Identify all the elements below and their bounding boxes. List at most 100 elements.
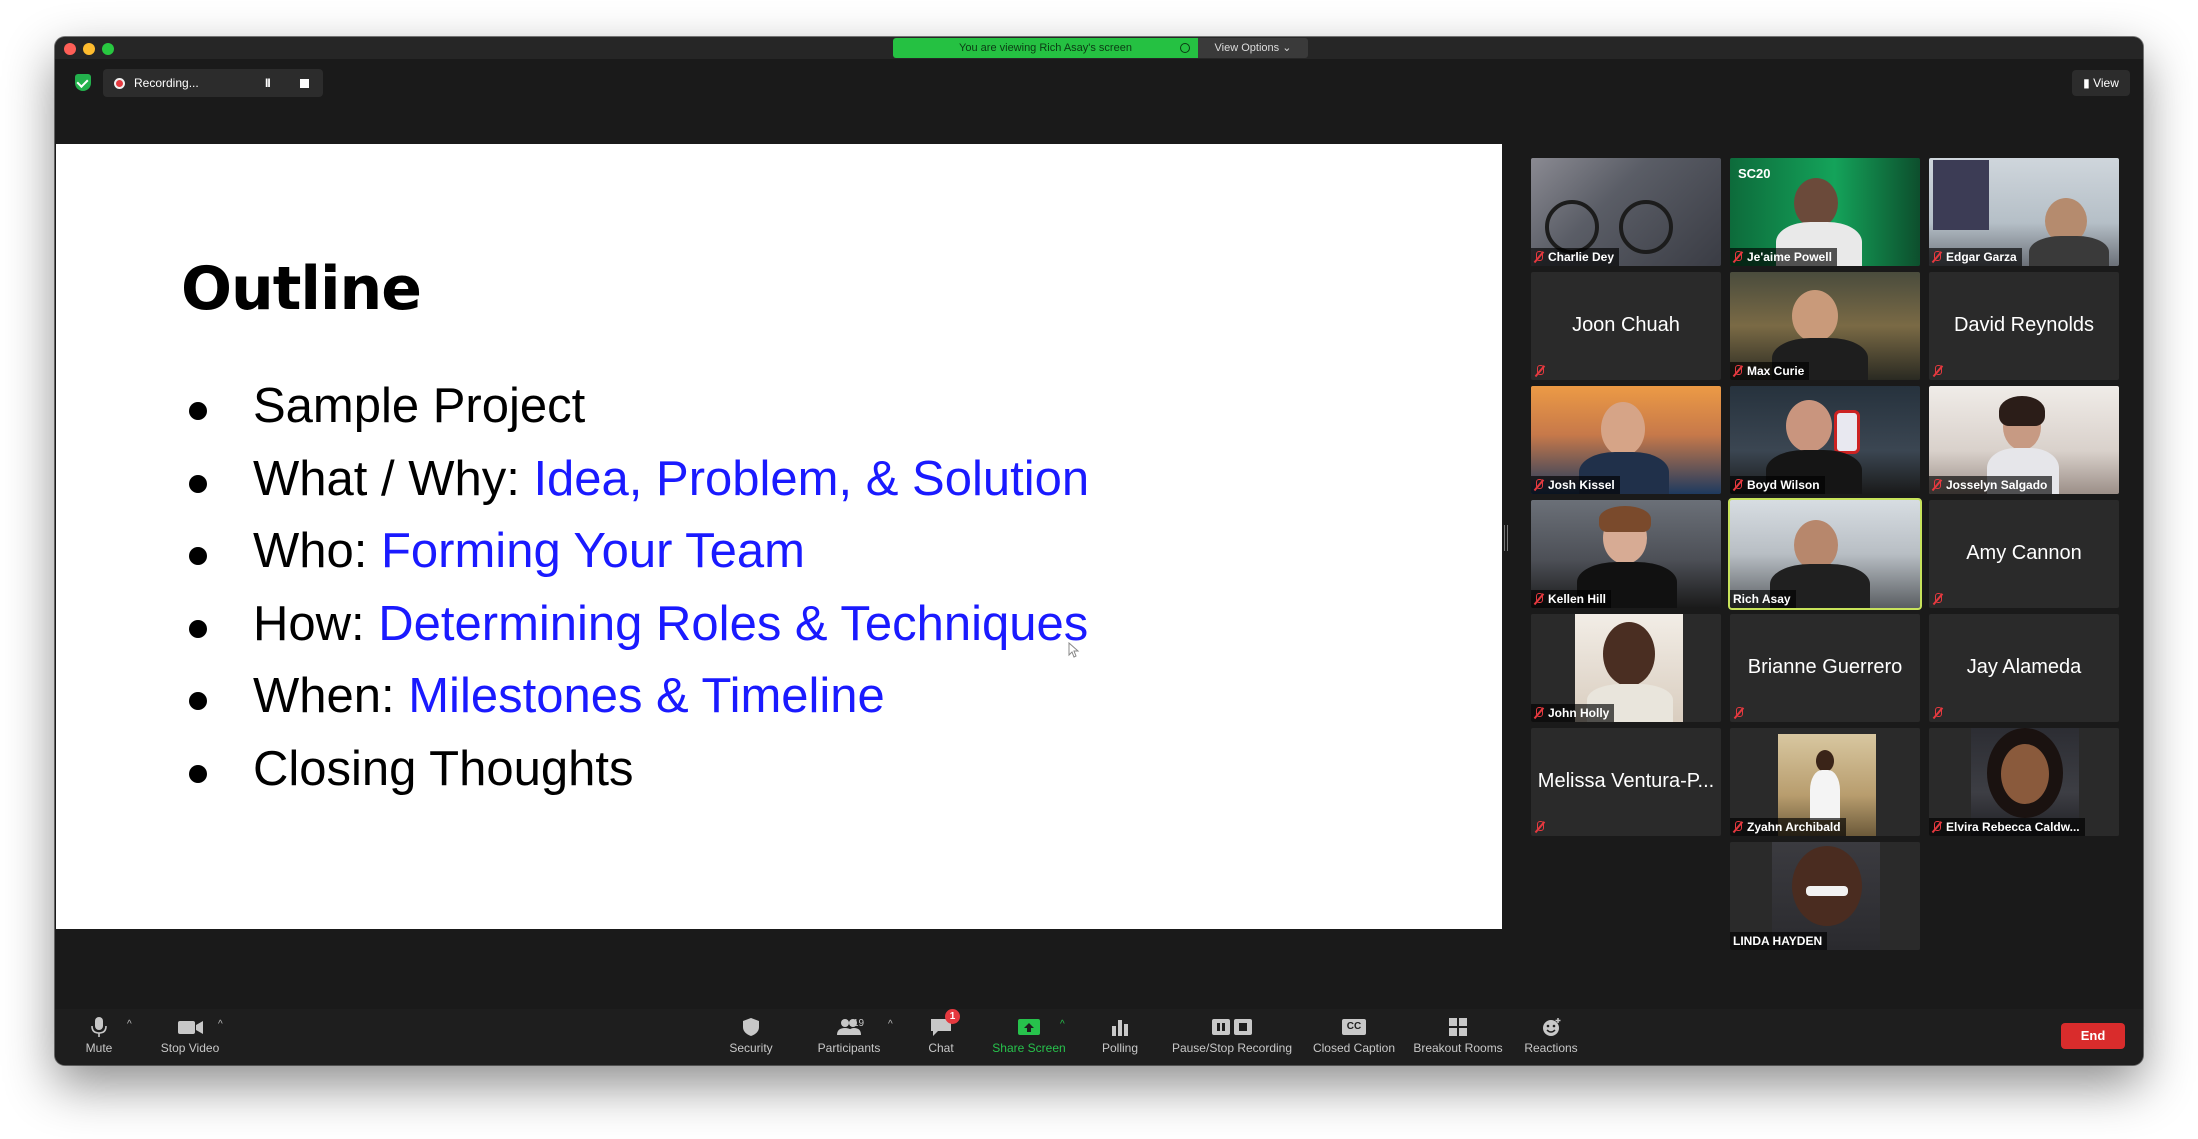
chat-button[interactable]: 1 Chat: [921, 1009, 961, 1059]
bullet-dot: [189, 402, 207, 420]
end-meeting-button[interactable]: End: [2061, 1023, 2125, 1049]
participant-tile[interactable]: Zyahn Archibald: [1730, 728, 1920, 836]
muted-mic-icon: [1534, 251, 1544, 262]
slide-title: Outline: [181, 254, 422, 324]
muted-mic-icon: [1733, 365, 1743, 376]
bullet-link: Forming Your Team: [380, 524, 805, 578]
participant-tile[interactable]: Melissa Ventura-P...: [1531, 728, 1721, 836]
bullet-link: Idea, Problem, & Solution: [533, 451, 1090, 506]
participant-name: Amy Cannon: [1966, 542, 2082, 564]
security-shield-icon: [736, 1015, 766, 1039]
participant-name: Elvira Rebecca Caldw...: [1929, 818, 2085, 836]
muted-mic-icon: [1534, 479, 1544, 490]
participant-tile[interactable]: Josh Kissel: [1531, 386, 1721, 494]
pause-stop-recording-button[interactable]: Pause/Stop Recording: [1169, 1015, 1295, 1059]
participant-tile[interactable]: John Holly: [1531, 614, 1721, 722]
muted-mic-icon: [1535, 821, 1545, 832]
participant-gallery: Charlie Dey SC20 Je'aime Powell Edgar Ga…: [1531, 158, 2131, 958]
video-options-chevron-icon[interactable]: ^: [218, 1019, 223, 1030]
participant-name: David Reynolds: [1953, 314, 2095, 336]
participant-tile[interactable]: Boyd Wilson: [1730, 386, 1920, 494]
chat-bubble-icon: 1: [926, 1009, 960, 1039]
participant-name: Josh Kissel: [1531, 476, 1620, 494]
share-options-chevron-icon[interactable]: ^: [1060, 1019, 1065, 1030]
participants-options-chevron-icon[interactable]: ^: [888, 1019, 893, 1030]
smiley-icon: [1536, 1015, 1566, 1039]
grid-view-icon: ▮: [2083, 76, 2094, 90]
closed-caption-icon: CC: [1339, 1015, 1369, 1039]
participant-tile[interactable]: LINDA HAYDEN: [1730, 842, 1920, 950]
minimize-window-button[interactable]: [83, 43, 95, 55]
participant-name: Charlie Dey: [1531, 248, 1620, 266]
muted-mic-icon: [1534, 593, 1544, 604]
participant-name: Jay Alameda: [1966, 656, 2082, 678]
view-layout-label: View: [2093, 76, 2119, 90]
participant-tile[interactable]: Kellen Hill: [1531, 500, 1721, 608]
participants-icon: 19: [825, 1015, 873, 1039]
fullscreen-window-button[interactable]: [102, 43, 114, 55]
participant-tile[interactable]: Elvira Rebecca Caldw...: [1929, 728, 2119, 836]
video-camera-icon: [175, 1015, 205, 1039]
view-layout-button[interactable]: ▮ View: [2072, 70, 2130, 96]
recording-label: Recording...: [134, 76, 199, 90]
viewing-screen-text: You are viewing Rich Asay's screen: [959, 42, 1132, 54]
split-resize-handle[interactable]: [1504, 525, 1508, 551]
participant-tile-active-speaker[interactable]: Rich Asay: [1728, 498, 1922, 610]
breakout-rooms-button[interactable]: Breakout Rooms: [1411, 1015, 1505, 1059]
bullet-link: Determining Roles & Techniques: [378, 596, 1089, 651]
bullet-text: Sample Project: [253, 379, 586, 433]
mute-button[interactable]: Mute: [77, 1015, 121, 1059]
stop-video-button[interactable]: Stop Video: [155, 1015, 225, 1059]
muted-mic-icon: [1534, 707, 1544, 718]
pause-recording-button[interactable]: II: [265, 69, 271, 97]
participant-tile[interactable]: Amy Cannon: [1929, 500, 2119, 608]
chat-unread-badge: 1: [945, 1009, 960, 1024]
participant-name: Zyahn Archibald: [1730, 818, 1846, 836]
bullet-text: Who:: [253, 524, 381, 578]
participants-count: 19: [853, 1018, 865, 1029]
participant-name: Melissa Ventura-P...: [1537, 770, 1715, 792]
stop-recording-button[interactable]: [300, 79, 309, 88]
viewing-screen-banner: You are viewing Rich Asay's screen: [893, 38, 1198, 58]
meeting-toolbar: Mute ^ Stop Video ^ Security 19 Particip…: [55, 1009, 2143, 1065]
muted-mic-icon: [1933, 365, 1943, 376]
participant-tile[interactable]: SC20 Je'aime Powell: [1730, 158, 1920, 266]
audio-options-chevron-icon[interactable]: ^: [127, 1019, 132, 1030]
participant-tile[interactable]: Max Curie: [1730, 272, 1920, 380]
view-options-button[interactable]: View Options ⌄: [1198, 38, 1308, 58]
participants-button[interactable]: 19 Participants: [805, 1015, 893, 1059]
microphone-icon: [84, 1015, 114, 1039]
mouse-pointer-icon: [1068, 642, 1080, 658]
participant-name: Rich Asay: [1730, 590, 1796, 608]
bullet-text: When:: [253, 669, 409, 723]
participant-tile[interactable]: Brianne Guerrero: [1730, 614, 1920, 722]
participant-tile[interactable]: David Reynolds: [1929, 272, 2119, 380]
participant-name: Boyd Wilson: [1730, 476, 1825, 494]
bullet-text: Closing Thoughts: [253, 741, 634, 796]
reactions-button[interactable]: Reactions: [1521, 1015, 1581, 1059]
encryption-shield-icon[interactable]: [75, 74, 91, 91]
muted-mic-icon: [1933, 707, 1943, 718]
participant-tile[interactable]: Josselyn Salgado: [1929, 386, 2119, 494]
closed-caption-button[interactable]: CC Closed Caption: [1309, 1015, 1399, 1059]
recording-dot-icon: [114, 78, 125, 89]
participant-tile[interactable]: Jay Alameda: [1929, 614, 2119, 722]
bullet-dot: [189, 764, 207, 783]
participant-tile[interactable]: Joon Chuah: [1531, 272, 1721, 380]
bullet-text: How:: [253, 596, 379, 651]
muted-mic-icon: [1535, 365, 1545, 376]
close-window-button[interactable]: [64, 43, 76, 55]
muted-mic-icon: [1733, 821, 1743, 832]
bullet-dot: [189, 619, 207, 638]
bullet-dot: [189, 547, 207, 565]
participant-tile[interactable]: Edgar Garza: [1929, 158, 2119, 266]
security-button[interactable]: Security: [721, 1015, 781, 1059]
polling-button[interactable]: Polling: [1095, 1015, 1145, 1059]
muted-mic-icon: [1733, 479, 1743, 490]
participant-name: Edgar Garza: [1929, 248, 2022, 266]
muted-mic-icon: [1932, 821, 1942, 832]
zoom-window: You are viewing Rich Asay's screen View …: [55, 37, 2143, 1065]
participant-tile[interactable]: Charlie Dey: [1531, 158, 1721, 266]
muted-mic-icon: [1733, 251, 1743, 262]
participant-name: Brianne Guerrero: [1747, 656, 1903, 678]
